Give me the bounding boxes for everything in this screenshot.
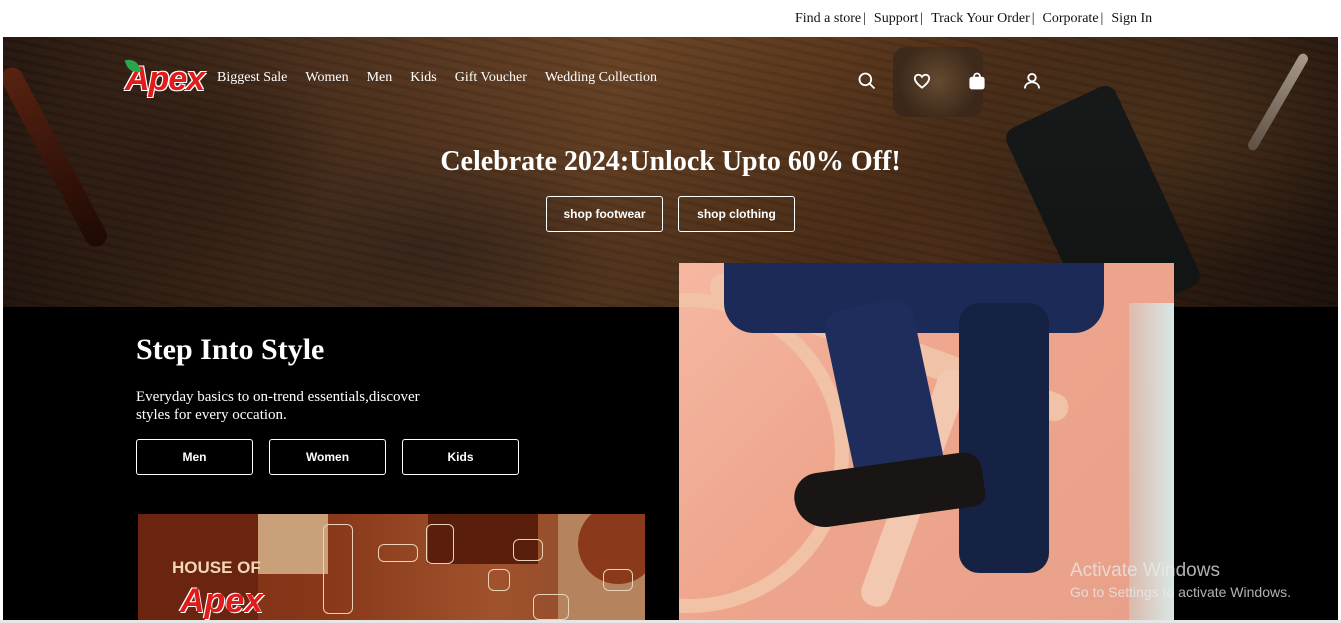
support-link[interactable]: Support (874, 11, 918, 27)
sneaker-sketch-icon (378, 544, 418, 562)
sign-in-link[interactable]: Sign In (1111, 11, 1152, 27)
shop-footwear-button[interactable]: shop footwear (546, 196, 663, 232)
promo-apex-logo: Apex (180, 582, 264, 620)
corporate-link[interactable]: Corporate (1043, 11, 1099, 27)
watermark-subtitle: Go to Settings to activate Windows. (1070, 584, 1291, 600)
heel-sketch-icon (488, 569, 510, 591)
promo-house-of-text: HOUSE OF (172, 558, 261, 577)
style-section-title: Step Into Style (136, 333, 325, 366)
separator: | (1100, 11, 1104, 26)
search-icon[interactable] (856, 70, 878, 92)
nav-gift-voucher[interactable]: Gift Voucher (455, 70, 527, 86)
utility-bar: Find a store | Support | Track Your Orde… (0, 0, 1341, 37)
jeans-sketch-icon (323, 524, 353, 614)
nav-men[interactable]: Men (367, 70, 393, 86)
nav-women[interactable]: Women (305, 70, 348, 86)
track-order-link[interactable]: Track Your Order (931, 11, 1030, 27)
nav-biggest-sale[interactable]: Biggest Sale (217, 70, 287, 86)
user-icon[interactable] (1021, 70, 1043, 92)
backpack-sketch-icon (426, 524, 454, 564)
nav-icons (856, 70, 1076, 92)
jeans-image (959, 303, 1049, 573)
separator: | (863, 11, 866, 26)
shop-clothing-button[interactable]: shop clothing (678, 196, 795, 232)
separator: | (920, 11, 924, 26)
hero-title: Celebrate 2024:Unlock Upto 60% Off! (440, 146, 901, 177)
sandal-sketch-icon (603, 569, 633, 591)
men-button[interactable]: Men (136, 439, 253, 475)
heel-sketch-icon (513, 539, 543, 561)
promo-block (258, 514, 328, 574)
bike-wheel (679, 293, 849, 613)
utility-links: Find a store | Support | Track Your Orde… (795, 11, 1152, 27)
hero-buttons: shop footwear shop clothing (546, 196, 795, 232)
shopping-bag-icon[interactable] (966, 70, 988, 92)
nav-kids[interactable]: Kids (410, 70, 436, 86)
windows-activation-watermark: Activate Windows Go to Settings to activ… (1070, 560, 1291, 600)
find-store-link[interactable]: Find a store (795, 11, 861, 27)
heart-icon[interactable] (911, 70, 933, 92)
separator: | (1031, 11, 1035, 26)
main-nav: Biggest Sale Women Men Kids Gift Voucher… (217, 70, 675, 86)
style-section-buttons: Men Women Kids (136, 439, 535, 475)
nav-wedding-collection[interactable]: Wedding Collection (545, 70, 657, 86)
watermark-title: Activate Windows (1070, 560, 1220, 581)
house-of-apex-banner[interactable]: HOUSE OF Apex (138, 514, 645, 620)
hero-title-wrap: Celebrate 2024:Unlock Upto 60% Off! (0, 146, 1341, 178)
style-section-description: Everyday basics to on-trend essentials,d… (136, 389, 420, 423)
kids-button[interactable]: Kids (402, 439, 519, 475)
apex-logo[interactable]: Apex (124, 56, 205, 99)
shirt-sketch-icon (533, 594, 569, 620)
women-button[interactable]: Women (269, 439, 386, 475)
